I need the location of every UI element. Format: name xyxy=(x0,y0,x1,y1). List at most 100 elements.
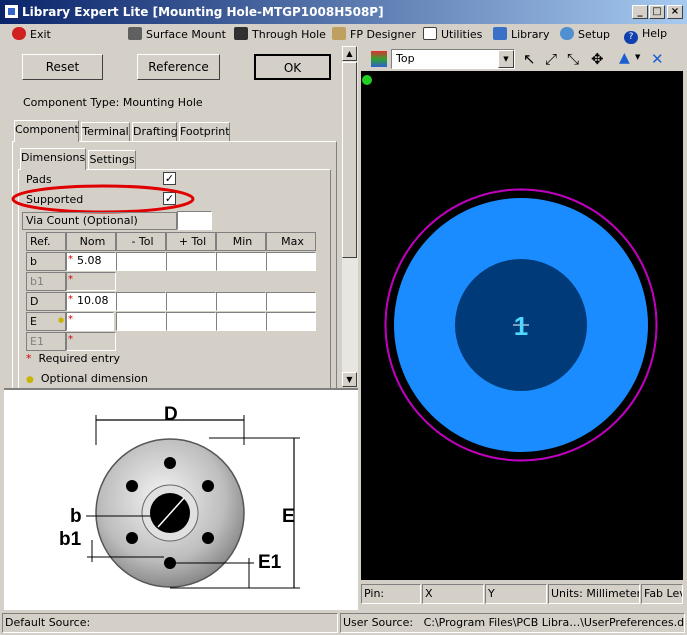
table-cell-input[interactable] xyxy=(166,312,216,331)
table-ref-cell: D xyxy=(26,292,66,311)
reference-diagram: D E b b1 E1 xyxy=(4,388,358,610)
user-source-label: User Source: xyxy=(343,616,414,629)
tab-footprint[interactable]: Footprint xyxy=(179,122,230,142)
table-cell-input[interactable] xyxy=(266,292,316,311)
tab-dimensions[interactable]: Dimensions xyxy=(20,148,86,170)
table-cell-input[interactable] xyxy=(216,312,266,331)
table-cell-input xyxy=(166,272,216,291)
layers-icon xyxy=(371,51,387,67)
tab-terminal[interactable]: Terminal xyxy=(81,122,130,142)
properties-panel: Reset Reference OK Component Type: Mount… xyxy=(4,46,359,610)
tab-settings[interactable]: Settings xyxy=(88,150,136,170)
menu-utilities[interactable]: Utilities xyxy=(423,27,482,43)
status-bar: Default Source: User Source: C:\Program … xyxy=(0,611,687,635)
required-marker-icon: * xyxy=(68,314,73,325)
nav-menu-arrow-icon[interactable]: ▼ xyxy=(635,53,640,61)
scroll-thumb[interactable] xyxy=(342,62,357,258)
menu-through-hole-label: Through Hole xyxy=(252,28,326,41)
optional-legend: ● Optional dimension xyxy=(26,372,148,385)
table-header-1: Nom xyxy=(66,232,116,251)
table-cell-input[interactable] xyxy=(266,252,316,271)
table-nom-input: * xyxy=(66,272,116,291)
pencil-icon xyxy=(332,27,346,40)
close-button[interactable]: × xyxy=(667,5,683,19)
globe-icon xyxy=(560,27,574,40)
menu-through-hole[interactable]: Through Hole xyxy=(234,27,326,43)
table-cell-input xyxy=(216,332,266,351)
pan-icon[interactable]: ✥ xyxy=(591,50,604,68)
origin-marker xyxy=(362,75,372,85)
layer-select-value: Top xyxy=(396,52,415,65)
pointer-icon[interactable]: ↖ xyxy=(523,50,536,68)
via-count-input[interactable] xyxy=(177,211,212,230)
table-cell-input[interactable] xyxy=(216,292,266,311)
reset-button[interactable]: Reset xyxy=(22,54,103,80)
menu-bar: Exit Surface Mount Through Hole FP Desig… xyxy=(0,24,687,46)
table-header-3: + Tol xyxy=(166,232,216,251)
table-cell-input[interactable] xyxy=(116,292,166,311)
chip-icon xyxy=(128,27,142,40)
table-cell-input[interactable] xyxy=(166,292,216,311)
menu-exit-label: Exit xyxy=(30,28,51,41)
required-marker-icon: * xyxy=(68,334,73,345)
menu-exit[interactable]: Exit xyxy=(12,27,51,43)
table-cell-input xyxy=(216,272,266,291)
footprint-view: 1 xyxy=(362,75,658,462)
tab-component[interactable]: Component xyxy=(14,120,79,142)
panel-scrollbar[interactable]: ▲ ▼ xyxy=(342,46,358,387)
nav-up-icon[interactable]: ▲ xyxy=(619,50,630,66)
table-cell-input[interactable] xyxy=(166,252,216,271)
menu-surface-mount-label: Surface Mount xyxy=(146,28,226,41)
view-toolbar: Top ▼ ↖ ⤢ ⤡ ✥ ▲ ▼ ✕ xyxy=(361,47,683,71)
user-source-path: C:\Program Files\PCB Libra…\UserPreferen… xyxy=(423,616,685,629)
snap-icon[interactable]: ✕ xyxy=(651,50,664,68)
mounting-hole-diagram: D E b b1 E1 xyxy=(59,404,300,589)
table-nom-input[interactable]: * xyxy=(66,312,114,331)
table-header-0: Ref. xyxy=(26,232,66,251)
dropdown-arrow-icon[interactable]: ▼ xyxy=(498,50,514,68)
table-cell-input[interactable] xyxy=(216,252,266,271)
dim-E-label: E xyxy=(282,506,295,527)
table-ref-cell: b1 xyxy=(26,272,66,291)
table-cell-input[interactable] xyxy=(266,312,316,331)
scroll-up-arrow-icon[interactable]: ▲ xyxy=(342,46,357,61)
menu-fp-designer-label: FP Designer xyxy=(350,28,416,41)
reference-button[interactable]: Reference xyxy=(137,54,220,80)
power-icon xyxy=(12,27,26,40)
optional-marker-icon: ● xyxy=(26,375,34,385)
table-nom-input[interactable]: * 5.08 xyxy=(66,252,116,271)
minimize-button[interactable]: _ xyxy=(632,5,648,19)
footprint-canvas[interactable]: 1 xyxy=(361,71,683,580)
menu-help[interactable]: ? Help xyxy=(624,27,667,44)
table-cell-input[interactable] xyxy=(116,312,166,331)
menu-utilities-label: Utilities xyxy=(441,28,483,41)
table-cell-input[interactable] xyxy=(116,252,166,271)
required-marker-icon: * xyxy=(68,274,73,285)
default-source: Default Source: xyxy=(2,613,338,633)
calendar-icon xyxy=(423,27,437,40)
table-cell-input xyxy=(116,332,166,351)
required-legend: * Required entry xyxy=(26,352,120,365)
units-status: Units: Millimeters xyxy=(548,584,640,604)
menu-setup-label: Setup xyxy=(578,28,611,41)
books-icon xyxy=(493,27,507,40)
table-nom-value: 5.08 xyxy=(77,254,102,267)
scroll-down-arrow-icon[interactable]: ▼ xyxy=(342,372,357,387)
optional-legend-text: Optional dimension xyxy=(40,372,148,385)
highlight-ellipse xyxy=(11,184,195,214)
table-nom-input: * xyxy=(66,332,116,351)
zoom-fit-icon[interactable]: ⤢ xyxy=(545,50,557,68)
ok-button[interactable]: OK xyxy=(254,54,331,80)
layer-select[interactable]: Top ▼ xyxy=(391,49,515,69)
title-bar: Library Expert Lite [Mounting Hole-MTGP1… xyxy=(0,0,687,24)
zoom-in-icon[interactable]: ⤡ xyxy=(567,50,579,68)
menu-setup[interactable]: Setup xyxy=(560,27,610,43)
menu-library[interactable]: Library xyxy=(493,27,549,43)
maximize-button[interactable]: □ xyxy=(649,5,665,19)
table-nom-input[interactable]: * 10.08 xyxy=(66,292,116,311)
tab-drafting[interactable]: Drafting xyxy=(132,122,178,142)
menu-fp-designer[interactable]: FP Designer xyxy=(332,27,416,43)
menu-surface-mount[interactable]: Surface Mount xyxy=(128,27,226,43)
app-icon xyxy=(4,4,19,19)
component-type-label: Component Type: Mounting Hole xyxy=(23,96,203,109)
